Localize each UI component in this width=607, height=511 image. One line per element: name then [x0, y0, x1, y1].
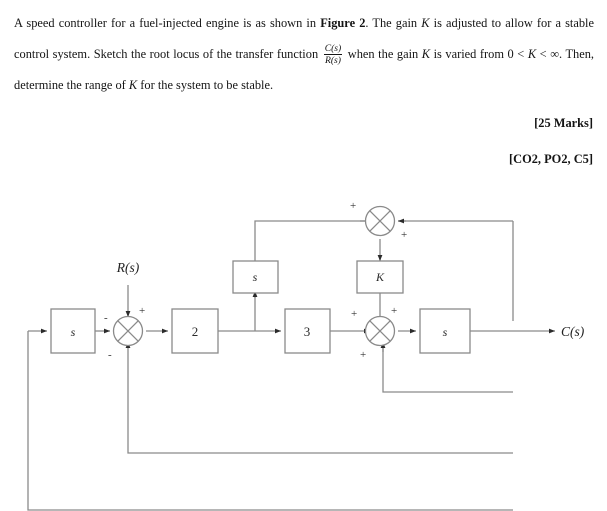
- block-derivative-s-label: s: [253, 270, 258, 284]
- diagram-wiring: [27, 218, 555, 511]
- course-outcome-tags: [CO2, PO2, C5]: [509, 152, 593, 166]
- sum-junction-forward: [364, 315, 396, 347]
- wire-inner-feedback: [382, 347, 513, 393]
- sum-forward-sign-left: +: [351, 308, 357, 320]
- input-label-rs: R(s): [116, 260, 140, 275]
- sum-forward-sign-top: +: [391, 305, 397, 317]
- sum-junction-top: [364, 205, 396, 237]
- sum-top-sign-left: +: [350, 200, 356, 212]
- block-gain-k-label: K: [375, 270, 385, 284]
- wire-outer-feedback: [27, 331, 513, 511]
- question-page: A speed controller for a fuel-injected e…: [0, 0, 607, 511]
- wire-middle-feedback: [127, 348, 513, 454]
- block-gain-3-label: 3: [304, 324, 311, 339]
- gain-symbol-3: K: [527, 47, 537, 61]
- diagram-blocks: s 2 s 3 K s: [50, 260, 471, 354]
- block-gain-2-label: 2: [192, 324, 199, 339]
- question-line3-part-a: gain: [396, 47, 422, 61]
- sum-input-sign-bottom: -: [108, 349, 112, 361]
- sum-top-sign-right: +: [401, 229, 407, 241]
- gain-symbol-2: K: [421, 47, 431, 61]
- fraction-numerator: C(s): [324, 43, 342, 55]
- question-line3-part-d: for the system to be stable.: [137, 78, 274, 92]
- marks-allocation: [25 Marks]: [534, 116, 593, 130]
- fraction-denominator: R(s): [323, 54, 343, 67]
- transfer-function-fraction: C(s) R(s): [323, 43, 343, 67]
- gain-symbol-4: K: [128, 78, 138, 92]
- sum-junction-input: [112, 315, 144, 347]
- sum-forward-sign-bottom: +: [360, 349, 366, 361]
- wire-s-to-top-sum: [254, 220, 371, 261]
- block-integrator-s-label: s: [443, 325, 448, 339]
- block-feedback-s-label: s: [71, 325, 76, 339]
- question-text: A speed controller for a fuel-injected e…: [14, 8, 594, 101]
- figure-reference: Figure 2: [320, 16, 366, 30]
- output-label-cs: C(s): [561, 324, 585, 339]
- question-line2-part-b: when the: [344, 47, 394, 61]
- gain-symbol-1: K: [421, 16, 430, 30]
- sum-input-sign-left: -: [104, 312, 108, 324]
- question-line1-part-a: A speed controller for a fuel-injected e…: [14, 16, 321, 30]
- question-line1-part-c: is adjusted: [429, 16, 488, 30]
- question-line3-part-b: is varied from 0 <: [430, 47, 528, 61]
- block-diagram: s 2 s 3 K s + - - + + + + + R(s) C(s): [0, 190, 607, 511]
- question-line1-part-b: . The gain: [365, 16, 422, 30]
- sum-input-sign-top: +: [139, 305, 145, 317]
